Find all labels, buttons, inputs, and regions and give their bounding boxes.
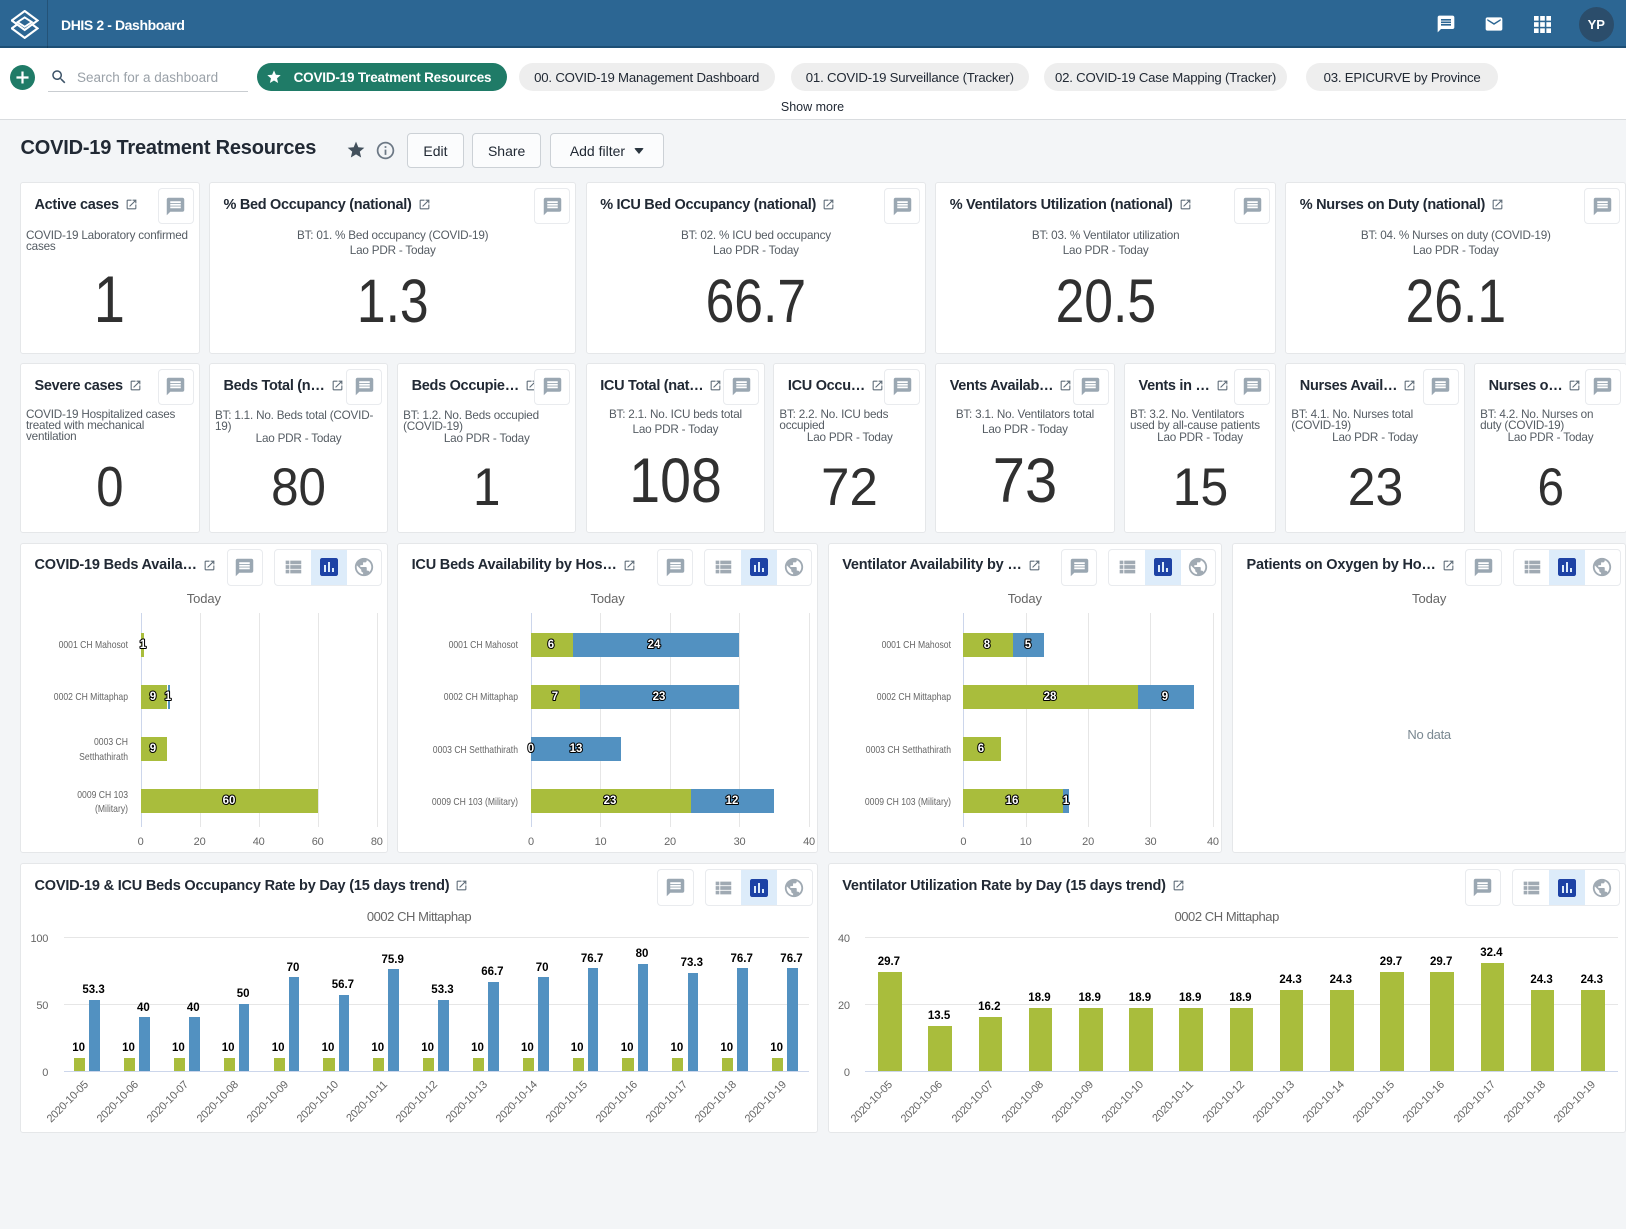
svg-text:6: 6 — [548, 639, 554, 651]
svg-text:23: 23 — [604, 795, 617, 807]
svg-text:6: 6 — [978, 743, 984, 755]
svg-text:23: 23 — [653, 691, 666, 703]
svg-text:12: 12 — [726, 795, 739, 807]
svg-text:60: 60 — [222, 795, 235, 807]
svg-text:16: 16 — [1006, 795, 1019, 807]
svg-text:7: 7 — [552, 691, 558, 703]
svg-text:13: 13 — [569, 743, 582, 755]
svg-text:1: 1 — [165, 691, 172, 703]
svg-text:9: 9 — [150, 743, 156, 755]
svg-text:9: 9 — [1162, 691, 1168, 703]
svg-text:28: 28 — [1043, 691, 1056, 703]
svg-text:24: 24 — [647, 639, 660, 651]
svg-text:5: 5 — [1025, 639, 1032, 651]
svg-text:1: 1 — [1063, 795, 1070, 807]
svg-text:0: 0 — [528, 743, 534, 755]
svg-text:1: 1 — [140, 639, 147, 651]
